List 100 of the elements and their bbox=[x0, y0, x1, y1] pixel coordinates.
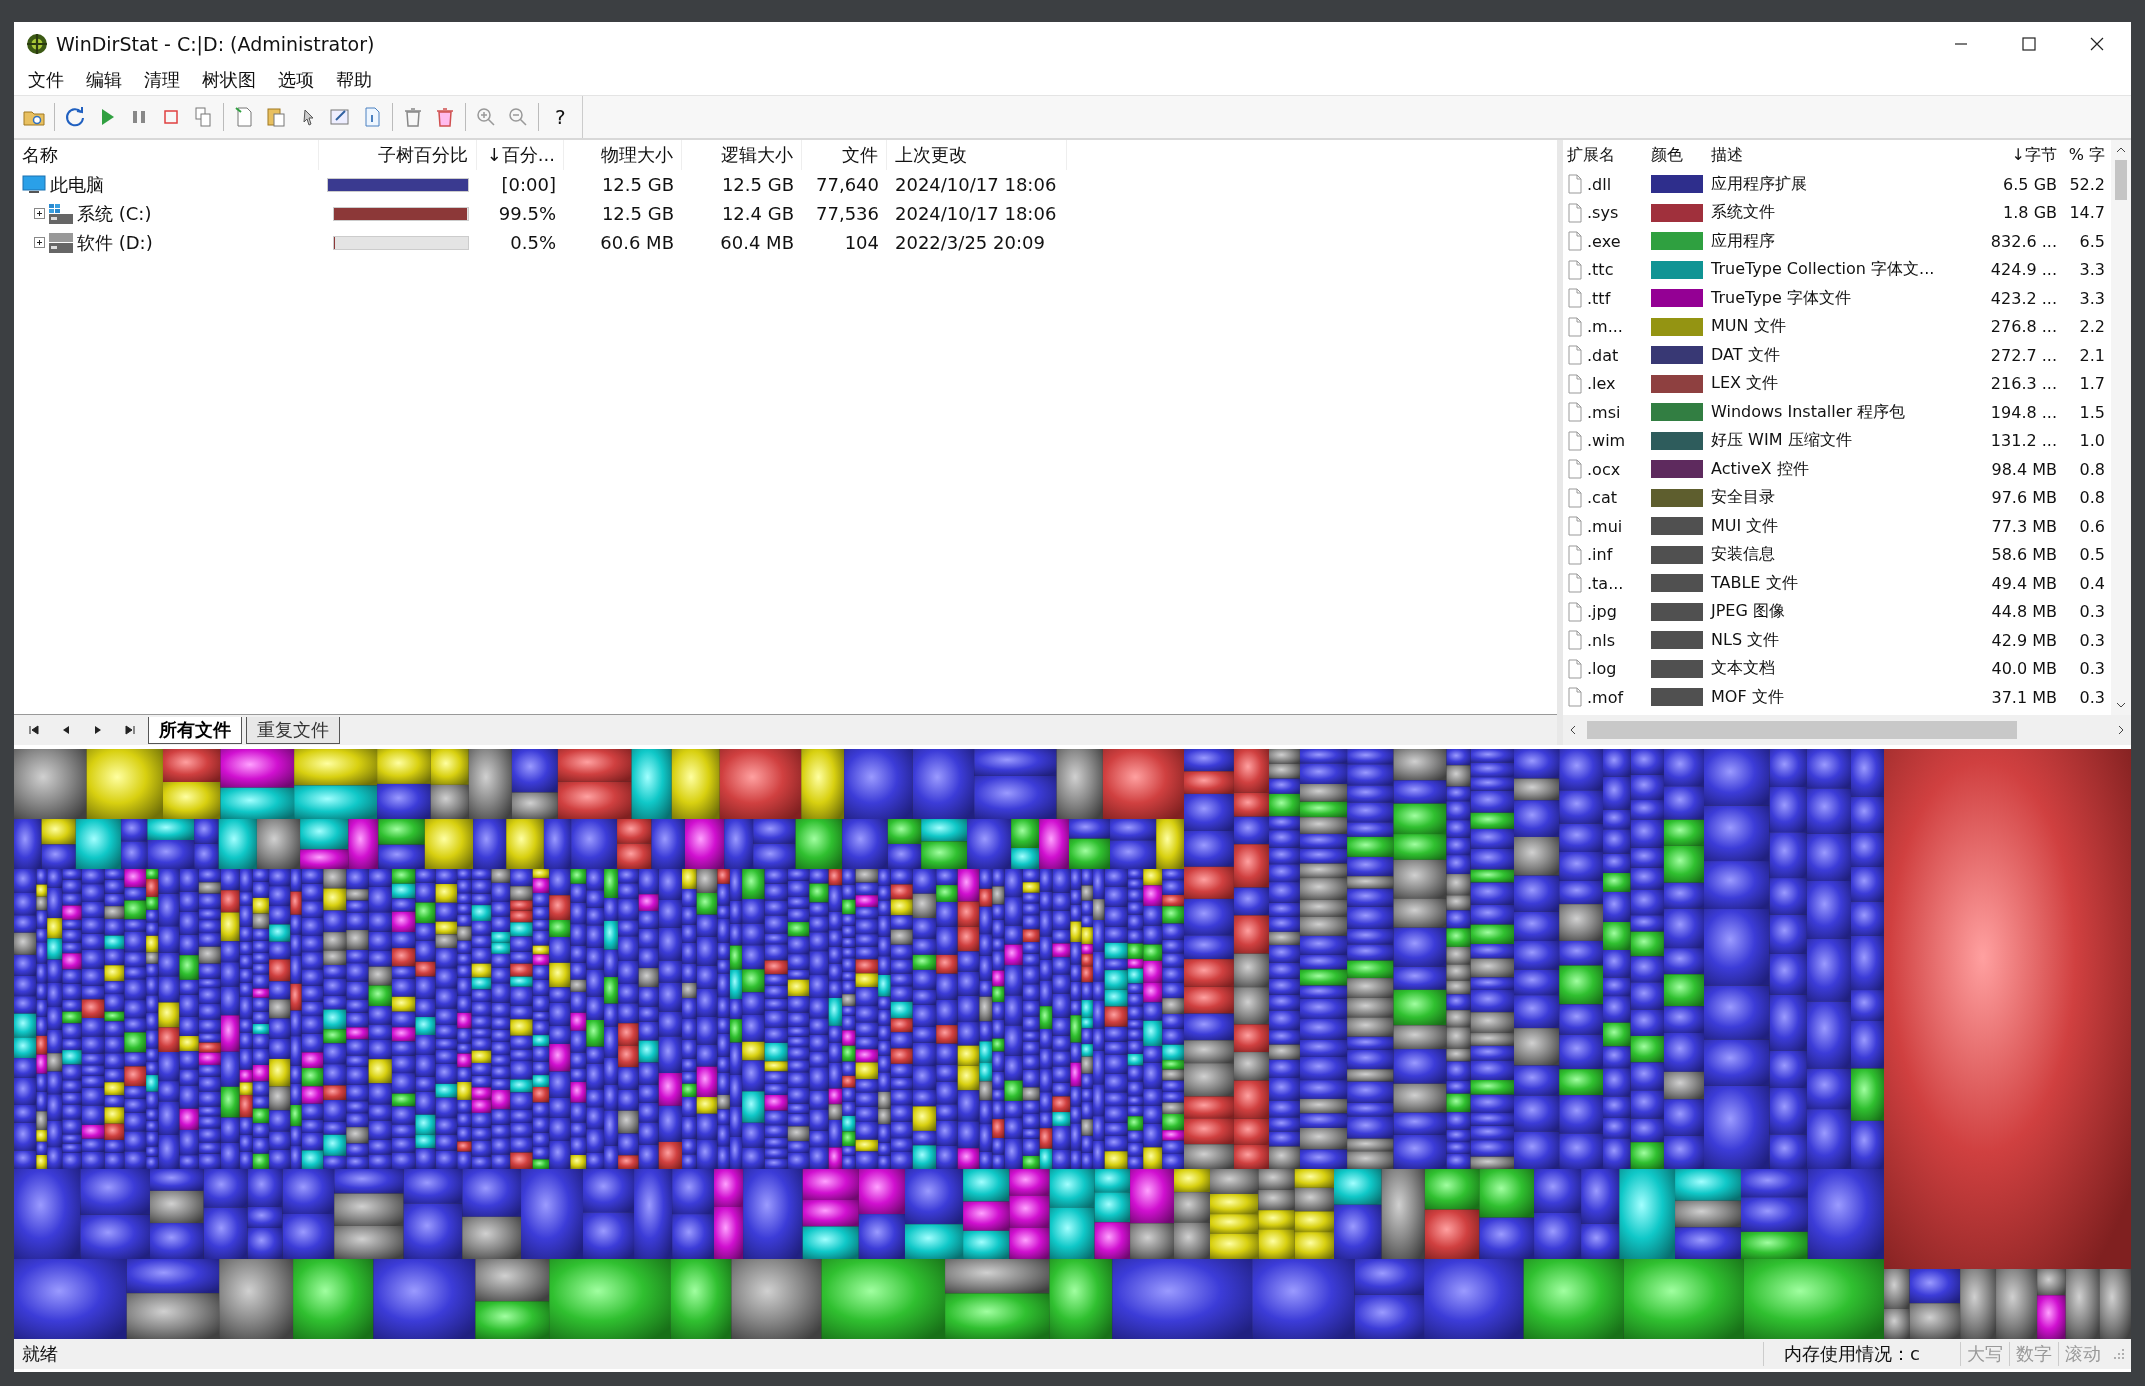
menu-item[interactable]: 清理 bbox=[144, 68, 180, 92]
column-header[interactable]: 扩展名 bbox=[1563, 144, 1647, 166]
file-icon bbox=[1567, 459, 1583, 480]
table-cell-text: 安全目录 bbox=[1710, 487, 1776, 509]
table-cell-text: 3.3 bbox=[2078, 288, 2106, 308]
extension-name[interactable]: .msi bbox=[1587, 402, 1621, 422]
file-icon bbox=[1567, 687, 1583, 708]
table-cell-text: 40.0 MB bbox=[1990, 659, 2058, 679]
table-cell-text: 0.8 bbox=[2078, 488, 2106, 508]
table-cell-text: 2.1 bbox=[2078, 345, 2106, 365]
table-cell-text: 3.3 bbox=[2078, 260, 2106, 280]
column-header[interactable]: ↓百分... bbox=[477, 140, 564, 170]
extension-name[interactable]: .sys bbox=[1587, 203, 1619, 223]
extension-name[interactable]: .dat bbox=[1587, 345, 1619, 365]
table-cell-text: 77,640 bbox=[815, 174, 880, 195]
file-icon bbox=[1567, 573, 1583, 594]
menu-item[interactable]: 编辑 bbox=[86, 68, 122, 92]
table-cell-text: 0.3 bbox=[2078, 630, 2106, 650]
extension-name[interactable]: .ta... bbox=[1587, 573, 1624, 593]
column-header[interactable]: % 字 bbox=[2061, 144, 2109, 166]
scroll-thumb[interactable] bbox=[1587, 721, 2017, 739]
extension-name[interactable]: .m... bbox=[1587, 317, 1623, 337]
expand-icon[interactable] bbox=[34, 237, 45, 248]
table-cell-text: 37.1 MB bbox=[1990, 687, 2058, 707]
menu-item[interactable]: 帮助 bbox=[336, 68, 372, 92]
table-cell-text: 58.6 MB bbox=[1990, 545, 2058, 565]
extension-name[interactable]: .jpg bbox=[1587, 602, 1617, 622]
table-cell-text: TrueType Collection 字体文... bbox=[1710, 259, 1936, 281]
extension-name[interactable]: .mof bbox=[1587, 687, 1624, 707]
scroll-thumb[interactable] bbox=[2115, 160, 2127, 200]
extension-name[interactable]: .ttf bbox=[1587, 288, 1611, 308]
tree-item[interactable]: 此电脑 bbox=[50, 172, 104, 197]
extension-name[interactable]: .wim bbox=[1587, 431, 1626, 451]
refresh-icon[interactable] bbox=[63, 105, 87, 129]
extension-name[interactable]: .nls bbox=[1587, 630, 1615, 650]
file-icon bbox=[1567, 487, 1583, 508]
table-cell-text: 文本文档 bbox=[1710, 658, 1776, 680]
menu-item[interactable]: 文件 bbox=[28, 68, 64, 92]
monitor-icon bbox=[22, 174, 46, 195]
table-cell-text: 好压 WIM 压缩文件 bbox=[1710, 430, 1853, 452]
extension-name[interactable]: .exe bbox=[1587, 231, 1621, 251]
table-cell-text: 272.7 ... bbox=[1989, 345, 2058, 365]
window-title: WinDirStat - C:|D: (Administrator) bbox=[56, 32, 375, 55]
table-cell-text: 1.5 bbox=[2078, 402, 2106, 422]
column-header[interactable]: ↓字节 bbox=[1969, 144, 2061, 166]
column-header[interactable]: 逻辑大小 bbox=[682, 140, 802, 170]
file-icon bbox=[1567, 345, 1583, 366]
table-cell-text: 49.4 MB bbox=[1990, 573, 2058, 593]
column-header[interactable]: 名称 bbox=[14, 140, 319, 170]
table-cell-text: 应用程序 bbox=[1710, 230, 1776, 252]
file-icon bbox=[1567, 174, 1583, 195]
table-cell-text: 系统文件 bbox=[1710, 202, 1776, 224]
table-cell-text: JPEG 图像 bbox=[1709, 601, 1786, 623]
table-cell-text: 1.7 bbox=[2078, 374, 2106, 394]
table-cell-text: 2024/10/17 18:06 bbox=[894, 203, 1058, 224]
table-cell-text: [0:00] bbox=[500, 174, 557, 195]
extension-name[interactable]: .cat bbox=[1587, 488, 1617, 508]
column-header[interactable]: 颜色 bbox=[1647, 144, 1707, 166]
treemap-drawing[interactable] bbox=[14, 749, 2131, 1339]
table-cell-text: TrueType 字体文件 bbox=[1710, 287, 1852, 309]
tab[interactable]: 所有文件 bbox=[148, 716, 242, 744]
clipboard-icon[interactable] bbox=[264, 105, 288, 129]
table-cell-text: 12.5 GB bbox=[600, 203, 675, 224]
table-cell-text: NLS 文件 bbox=[1710, 629, 1781, 651]
table-cell-text: MOF 文件 bbox=[1710, 686, 1785, 708]
table-cell-text: DAT 文件 bbox=[1710, 344, 1781, 366]
table-cell-text: 60.4 MB bbox=[719, 232, 795, 253]
table-cell-text: MUN 文件 bbox=[1710, 316, 1787, 338]
extension-name[interactable]: .log bbox=[1587, 659, 1617, 679]
file-icon bbox=[1567, 231, 1583, 252]
extension-name[interactable]: .ttc bbox=[1587, 260, 1614, 280]
extension-name[interactable]: .mui bbox=[1587, 516, 1623, 536]
file-icon bbox=[1567, 630, 1583, 651]
menu-item[interactable]: 树状图 bbox=[202, 68, 256, 92]
extension-name[interactable]: .ocx bbox=[1587, 459, 1621, 479]
table-cell-text: Windows Installer 程序包 bbox=[1710, 401, 1907, 423]
column-header[interactable]: 物理大小 bbox=[564, 140, 682, 170]
column-header[interactable]: 文件 bbox=[802, 140, 887, 170]
help-button[interactable]: ? bbox=[547, 105, 574, 129]
key-indicator: 滚动 bbox=[2058, 1342, 2107, 1366]
file-icon bbox=[1567, 658, 1583, 679]
table-cell-text: ActiveX 控件 bbox=[1710, 458, 1810, 480]
vertical-scrollbar[interactable] bbox=[2111, 140, 2131, 715]
table-cell-text: 0.8 bbox=[2078, 459, 2106, 479]
extension-name[interactable]: .lex bbox=[1587, 374, 1616, 394]
table-cell-text: 194.8 ... bbox=[1989, 402, 2058, 422]
column-header[interactable]: 子树百分比 bbox=[319, 140, 477, 170]
table-cell-text: 0.5% bbox=[509, 232, 557, 253]
column-header[interactable]: 描述 bbox=[1707, 144, 1969, 166]
extension-name[interactable]: .inf bbox=[1587, 545, 1613, 565]
tree-item[interactable]: 系统 (C:) bbox=[77, 201, 152, 226]
tree-item[interactable]: 软件 (D:) bbox=[77, 230, 153, 255]
expand-icon[interactable] bbox=[34, 208, 45, 219]
table-cell-text: 12.4 GB bbox=[720, 203, 795, 224]
extension-name[interactable]: .dll bbox=[1587, 174, 1612, 194]
column-header[interactable]: 上次更改 bbox=[887, 140, 1067, 170]
tab[interactable]: 重复文件 bbox=[246, 716, 340, 744]
menu-item[interactable]: 选项 bbox=[278, 68, 314, 92]
table-cell-text: 0.3 bbox=[2078, 687, 2106, 707]
table-cell-text: 12.5 GB bbox=[600, 174, 675, 195]
